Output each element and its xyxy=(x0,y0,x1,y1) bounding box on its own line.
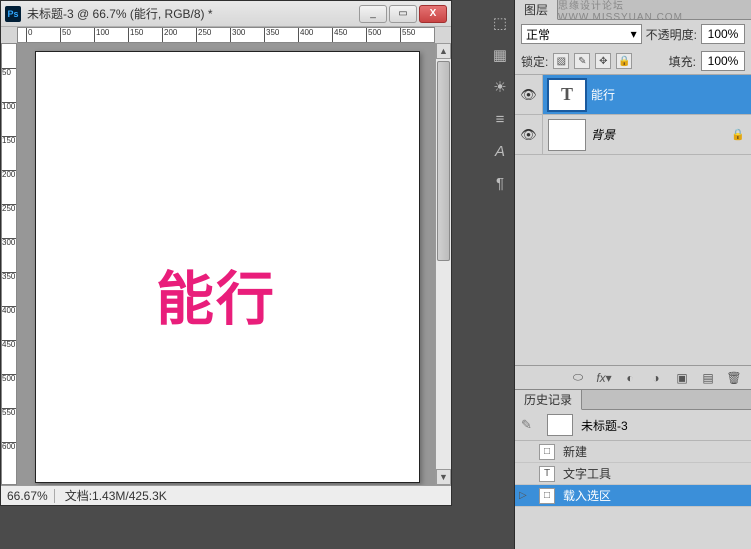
history-snapshot[interactable]: ✎ 未标题-3 xyxy=(515,410,751,441)
history-panel: 历史记录 ✎ 未标题-3 □ 新建 T 文字工具 ▷ □ 载入选区 xyxy=(515,389,751,549)
lock-transparency-icon[interactable]: ▧ xyxy=(553,53,569,69)
maximize-button[interactable]: ▭ xyxy=(389,5,417,23)
layers-list: 👁 T 能行 👁 背景 🔒 xyxy=(515,75,751,155)
layer-name[interactable]: 背景 xyxy=(591,126,731,143)
canvas-text: 能行 xyxy=(156,252,276,336)
scroll-up-icon[interactable]: ▲ xyxy=(436,43,451,59)
group-icon[interactable]: ▣ xyxy=(673,369,691,387)
layer-thumbnail[interactable]: T xyxy=(549,80,585,110)
history-item[interactable]: □ 新建 xyxy=(515,441,751,463)
layers-footer: ⬭ fx▾ ◐ ◑ ▣ ▤ 🗑 xyxy=(515,365,751,389)
layers-panel-tabs: 图层 思缘设计论坛 WWW.MISSYUAN.COM xyxy=(515,0,751,20)
mask-icon[interactable]: ◐ xyxy=(621,369,639,387)
lock-label: 锁定: xyxy=(521,53,548,70)
document-title: 未标题-3 @ 66.7% (能行, RGB/8) * xyxy=(27,5,359,22)
layer-thumbnail[interactable] xyxy=(549,120,585,150)
history-item[interactable]: T 文字工具 xyxy=(515,463,751,485)
minimize-button[interactable]: _ xyxy=(359,5,387,23)
visibility-toggle[interactable]: 👁 xyxy=(515,115,543,154)
styles-icon[interactable]: ≡ xyxy=(491,110,509,128)
history-current-marker: ▷ xyxy=(519,490,527,501)
layer-row[interactable]: 👁 背景 🔒 xyxy=(515,115,751,155)
collapsed-panel-strip: ⬚ ▦ ☀ ≡ A ¶ xyxy=(490,0,510,192)
blend-row: 正常 ▾ 不透明度: 100% xyxy=(515,20,751,48)
scrollbar-vertical[interactable]: ▲ ▼ xyxy=(435,43,451,485)
statusbar: 66.67% 文档:1.43M/425.3K xyxy=(1,485,451,505)
ruler-vertical[interactable]: 50 100 150 200 250 300 350 400 450 500 5… xyxy=(1,43,17,485)
scrollbar-thumb[interactable] xyxy=(437,61,450,261)
character-icon[interactable]: A xyxy=(491,142,509,160)
history-item-label: 文字工具 xyxy=(563,465,611,482)
newdoc-icon: □ xyxy=(539,444,555,460)
layer-row[interactable]: 👁 T 能行 xyxy=(515,75,751,115)
ps-icon: Ps xyxy=(5,6,21,22)
paragraph-icon[interactable]: ¶ xyxy=(491,174,509,192)
lock-row: 锁定: ▧ ✎ ✥ 🔒 填充: 100% xyxy=(515,48,751,75)
visibility-toggle[interactable]: 👁 xyxy=(515,75,543,114)
history-item-label: 载入选区 xyxy=(563,487,611,504)
history-list: □ 新建 T 文字工具 ▷ □ 载入选区 xyxy=(515,441,751,507)
lock-icon: 🔒 xyxy=(731,128,751,141)
history-item[interactable]: ▷ □ 载入选区 xyxy=(515,485,751,507)
history-brush-icon[interactable]: ✎ xyxy=(521,417,539,433)
swatches-icon[interactable]: ▦ xyxy=(491,46,509,64)
scroll-down-icon[interactable]: ▼ xyxy=(436,469,451,485)
canvas-area[interactable]: 能行 xyxy=(17,43,435,485)
zoom-level[interactable]: 66.67% xyxy=(1,489,55,503)
tab-layers[interactable]: 图层 xyxy=(515,0,558,20)
ruler-horizontal[interactable]: 0 50 100 150 200 250 300 350 400 450 500… xyxy=(17,27,435,43)
fill-input[interactable]: 100% xyxy=(701,51,745,71)
adjustment-layer-icon[interactable]: ◑ xyxy=(647,369,665,387)
opacity-input[interactable]: 100% xyxy=(701,24,745,44)
canvas[interactable]: 能行 xyxy=(35,51,420,483)
fill-label: 填充: xyxy=(669,53,696,70)
navigator-icon[interactable]: ⬚ xyxy=(491,14,509,32)
snapshot-name: 未标题-3 xyxy=(581,417,628,434)
chevron-down-icon: ▾ xyxy=(631,27,637,41)
opacity-label: 不透明度: xyxy=(646,26,697,43)
layers-empty-area[interactable] xyxy=(515,155,751,365)
blend-mode-select[interactable]: 正常 ▾ xyxy=(521,24,642,44)
delete-layer-icon[interactable]: 🗑 xyxy=(725,369,743,387)
close-button[interactable]: X xyxy=(419,5,447,23)
blend-mode-value: 正常 xyxy=(526,26,550,43)
new-layer-icon[interactable]: ▤ xyxy=(699,369,717,387)
load-selection-icon: □ xyxy=(539,488,555,504)
lock-all-icon[interactable]: 🔒 xyxy=(616,53,632,69)
document-window: Ps 未标题-3 @ 66.7% (能行, RGB/8) * _ ▭ X 0 5… xyxy=(0,0,452,506)
type-tool-icon: T xyxy=(539,466,555,482)
text-layer-icon: T xyxy=(551,82,583,108)
watermark-text: 思缘设计论坛 WWW.MISSYUAN.COM xyxy=(558,0,751,19)
document-titlebar[interactable]: Ps 未标题-3 @ 66.7% (能行, RGB/8) * _ ▭ X xyxy=(1,1,451,27)
adjust-icon[interactable]: ☀ xyxy=(491,78,509,96)
right-panels: 图层 思缘设计论坛 WWW.MISSYUAN.COM 正常 ▾ 不透明度: 10… xyxy=(514,0,751,549)
lock-pixels-icon[interactable]: ✎ xyxy=(574,53,590,69)
fx-icon[interactable]: fx▾ xyxy=(595,369,613,387)
lock-position-icon[interactable]: ✥ xyxy=(595,53,611,69)
history-item-label: 新建 xyxy=(563,443,587,460)
snapshot-thumbnail[interactable] xyxy=(547,414,573,436)
tab-history[interactable]: 历史记录 xyxy=(515,390,582,410)
link-layers-icon[interactable]: ⬭ xyxy=(569,369,587,387)
doc-info[interactable]: 文档:1.43M/425.3K xyxy=(55,487,177,504)
layer-name[interactable]: 能行 xyxy=(591,86,751,103)
